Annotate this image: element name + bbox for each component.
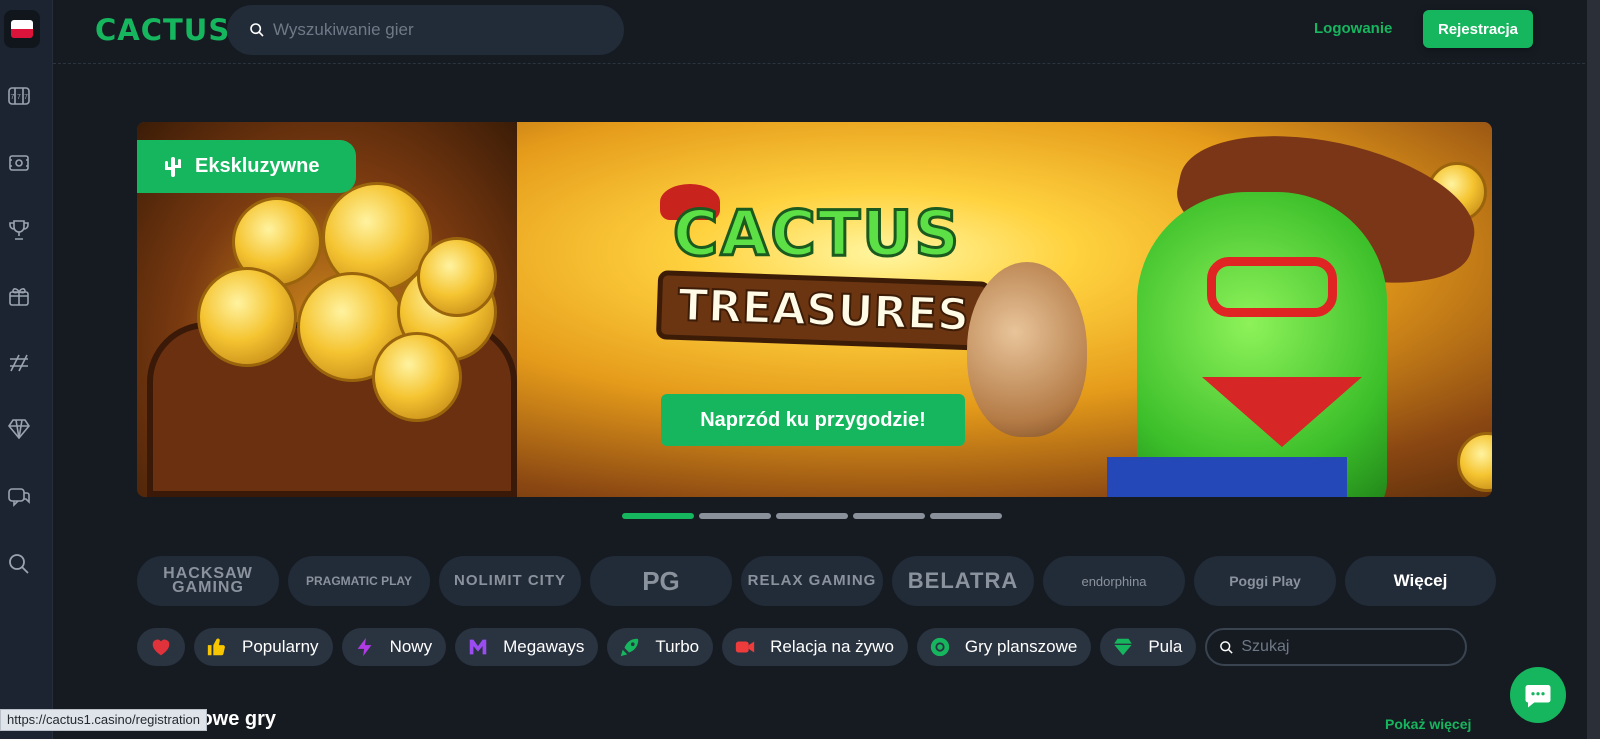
money-bag-image: [967, 262, 1087, 437]
board-games-icon: [929, 636, 951, 658]
provider-relax[interactable]: RELAX GAMING: [741, 556, 883, 606]
slots-icon[interactable]: 777: [6, 83, 32, 109]
exclusive-label: Ekskluzywne: [195, 155, 320, 177]
provider-hacksaw[interactable]: HACKSAW GAMING: [137, 556, 279, 606]
gift-icon[interactable]: [6, 283, 32, 309]
category-label: Nowy: [389, 637, 433, 656]
category-filter-bar: Popularny Nowy Megaways Turbo Relacja na…: [137, 628, 1468, 666]
search-icon: [1220, 640, 1234, 654]
chat-icon[interactable]: [6, 484, 32, 510]
category-megaways[interactable]: Megaways: [455, 628, 599, 666]
provider-endorphina[interactable]: endorphina: [1043, 556, 1185, 606]
page-scrollbar[interactable]: [1587, 0, 1600, 739]
svg-text:7: 7: [24, 94, 28, 101]
category-label: Pula: [1148, 637, 1183, 656]
category-new[interactable]: Nowy: [341, 628, 447, 666]
game-title-line1: CACTUS: [671, 196, 962, 272]
promo-banner[interactable]: Ekskluzywne CACTUS TREASURES Naprzód ku …: [137, 122, 1492, 497]
casino-chip-icon[interactable]: [6, 150, 32, 176]
megaways-icon: [467, 636, 489, 658]
chat-bubble-icon: [1525, 685, 1551, 708]
favorites-filter[interactable]: [137, 628, 185, 666]
diamond-icon[interactable]: [6, 416, 32, 442]
thumbs-up-icon: [206, 636, 228, 658]
game-title-line2: TREASURES: [655, 270, 992, 351]
login-link[interactable]: Logowanie: [1314, 20, 1392, 37]
slide-indicator[interactable]: [853, 513, 925, 519]
provider-name: RELAX GAMING: [747, 572, 877, 589]
language-selector[interactable]: [4, 10, 40, 48]
gold-coin-image: [197, 267, 297, 367]
category-turbo[interactable]: Turbo: [607, 628, 714, 666]
provider-name: NOLIMIT CITY: [454, 572, 566, 589]
provider-name: endorphina: [1081, 573, 1147, 589]
category-label: Megaways: [503, 637, 585, 656]
provider-name: Poggi Play: [1229, 572, 1301, 589]
game-search-input[interactable]: Wyszukiwanie gier: [227, 5, 624, 55]
category-label: Popularny: [242, 637, 319, 656]
poland-flag-icon: [11, 20, 33, 38]
trophy-icon[interactable]: [6, 217, 32, 243]
svg-text:7: 7: [17, 94, 21, 101]
search-icon: [250, 23, 264, 37]
sport-icon[interactable]: [6, 350, 32, 376]
category-live[interactable]: Relacja na żywo: [722, 628, 908, 666]
turbo-icon: [619, 636, 641, 658]
gold-coin-image: [1457, 432, 1492, 492]
banner-cta-button[interactable]: Naprzód ku przygodzie!: [661, 394, 965, 446]
slide-indicator-active[interactable]: [622, 513, 694, 519]
exclusive-badge: Ekskluzywne: [137, 140, 356, 193]
search-placeholder: Wyszukiwanie gier: [273, 20, 414, 39]
provider-pg[interactable]: PG: [590, 556, 732, 606]
slide-indicator[interactable]: [930, 513, 1002, 519]
category-label: Turbo: [655, 637, 700, 656]
slide-indicator[interactable]: [699, 513, 771, 519]
live-icon: [734, 636, 756, 658]
category-search-placeholder: Szukaj: [1241, 638, 1290, 655]
category-label: Relacja na żywo: [770, 637, 894, 656]
category-search-input[interactable]: Szukaj: [1205, 628, 1468, 666]
provider-name: PRAGMATIC PLAY: [305, 574, 412, 588]
jackpot-diamond-icon: [1112, 636, 1134, 658]
gold-coin-image: [372, 332, 462, 422]
cactus-character-image: [1137, 192, 1387, 497]
live-chat-button[interactable]: [1510, 667, 1566, 723]
provider-name: HACKSAW GAMING: [163, 565, 253, 596]
heart-icon: [150, 636, 172, 658]
cactus-icon: [165, 156, 181, 177]
provider-name: PG: [642, 565, 680, 596]
red-glasses-image: [1207, 257, 1337, 317]
more-providers-label: Więcej: [1393, 571, 1448, 590]
jeans-image: [1107, 457, 1347, 497]
provider-poggi[interactable]: Poggi Play: [1194, 556, 1336, 606]
slide-indicator[interactable]: [776, 513, 848, 519]
top-navigation-bar: CACTUS Wyszukiwanie gier Logowanie Rejes…: [53, 0, 1600, 64]
svg-text:7: 7: [11, 94, 15, 101]
show-more-link[interactable]: Pokaż więcej: [1385, 716, 1471, 732]
provider-nolimit[interactable]: NOLIMIT CITY: [439, 556, 581, 606]
category-label: Gry planszowe: [964, 637, 1078, 656]
lightning-icon: [354, 636, 376, 658]
provider-list: HACKSAW GAMING PRAGMATIC PLAY NOLIMIT CI…: [137, 556, 1496, 606]
category-board-games[interactable]: Gry planszowe: [916, 628, 1092, 666]
more-providers-button[interactable]: Więcej: [1345, 556, 1496, 606]
banner-pagination: [622, 513, 1002, 519]
gold-coin-image: [417, 237, 497, 317]
register-button[interactable]: Rejestracja: [1423, 10, 1533, 48]
sidebar: 777: [0, 0, 53, 739]
browser-status-url: https://cactus1.casino/registration: [0, 709, 207, 731]
category-popular[interactable]: Popularny: [194, 628, 333, 666]
provider-belatra[interactable]: BELATRA: [892, 556, 1034, 606]
provider-pragmatic[interactable]: PRAGMATIC PLAY: [288, 556, 430, 606]
provider-name: BELATRA: [907, 568, 1019, 593]
search-icon[interactable]: [6, 551, 32, 577]
cactus-logo[interactable]: CACTUS: [95, 13, 230, 47]
category-jackpot[interactable]: Pula: [1100, 628, 1197, 666]
